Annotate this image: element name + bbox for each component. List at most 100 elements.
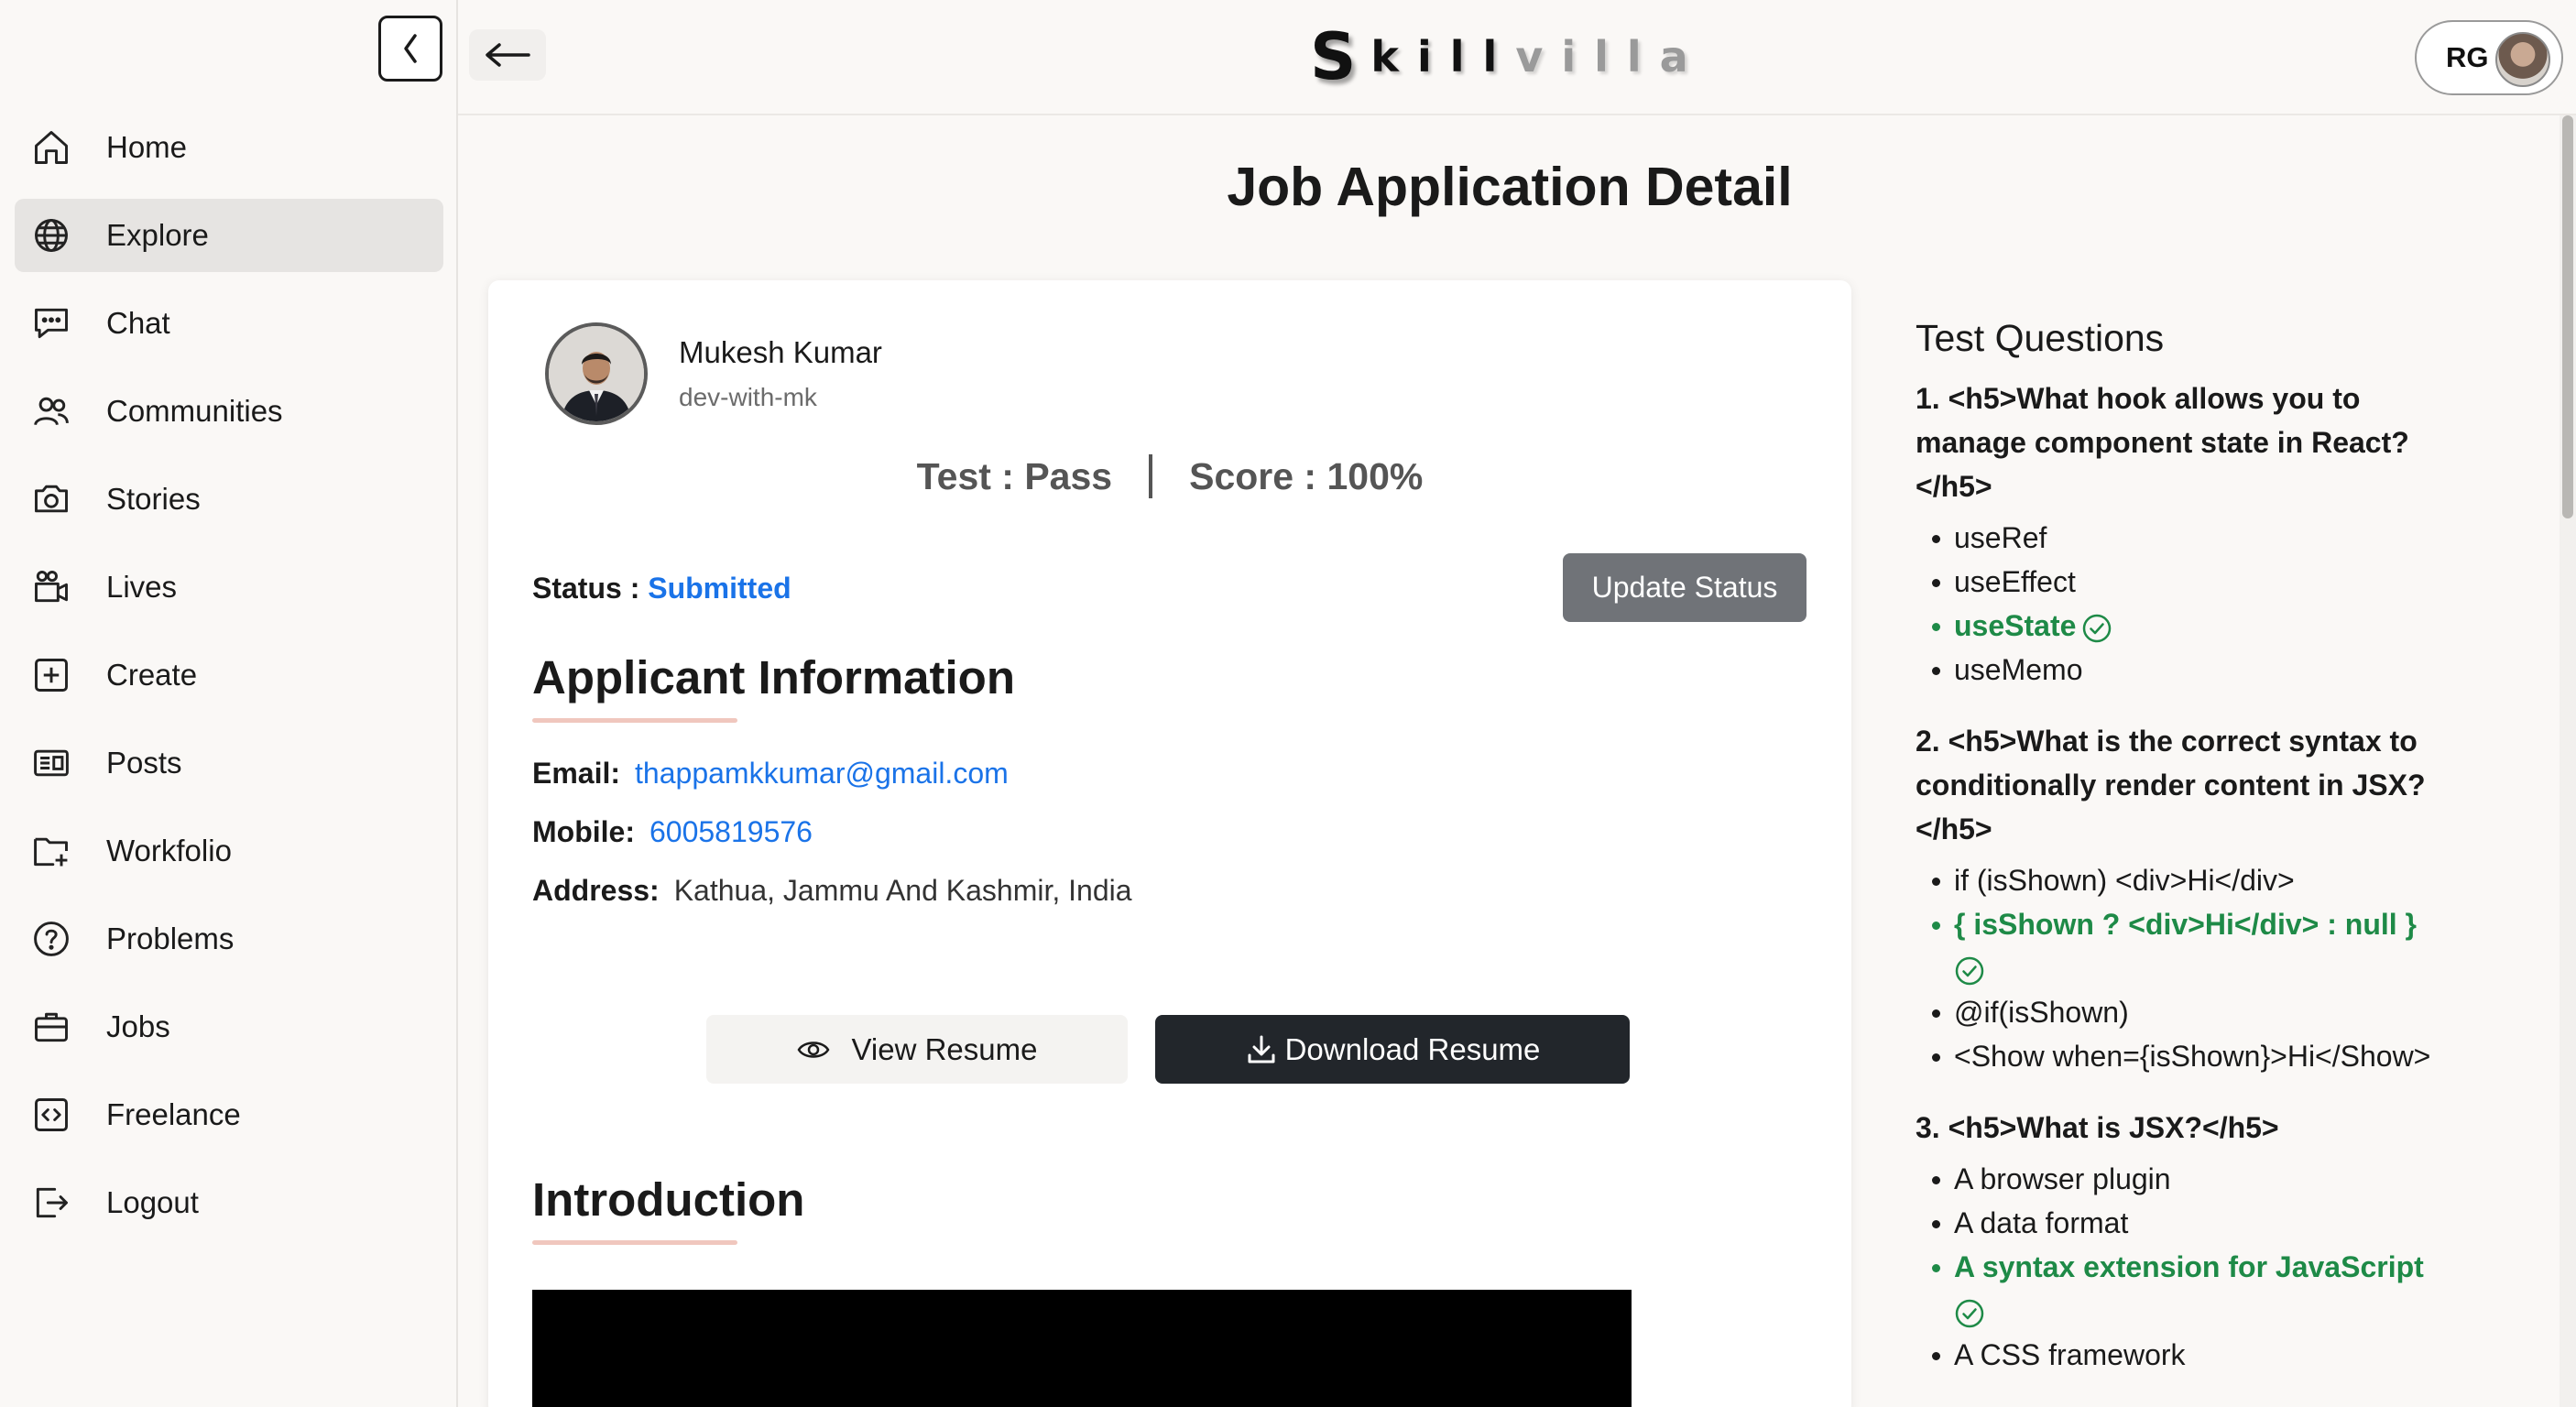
sidebar-item-posts[interactable]: Posts — [15, 726, 443, 800]
logo-text-dark: kill — [1370, 32, 1516, 82]
sidebar-item-label: Freelance — [106, 1097, 241, 1131]
correct-option-item: { isShown ? <div>Hi</div> : null } — [1932, 902, 2465, 990]
status-value: Submitted — [648, 572, 791, 605]
view-resume-label: View Resume — [851, 1031, 1038, 1066]
view-resume-button[interactable]: View Resume — [706, 1015, 1128, 1084]
sidebar: Home Explore Chat Communities Stories Li… — [0, 0, 458, 1407]
option-label: { isShown ? <div>Hi</div> : null } — [1954, 908, 2417, 941]
sidebar-item-workfolio[interactable]: Workfolio — [15, 814, 443, 888]
test-result-line: Test : Pass Score : 100% — [488, 454, 1851, 498]
avatar — [2495, 32, 2550, 87]
option-item: if (isShown) <div>Hi</div> — [1932, 858, 2465, 902]
sidebar-item-label: Home — [106, 130, 188, 164]
arrow-left-icon — [486, 43, 530, 67]
option-item: A browser plugin — [1932, 1157, 2465, 1201]
sidebar-item-chat[interactable]: Chat — [15, 287, 443, 360]
sidebar-item-label: Workfolio — [106, 834, 232, 867]
question-circle-icon — [27, 915, 75, 963]
page-title: Job Application Detail — [1227, 157, 1793, 217]
scrollbar-thumb[interactable] — [2562, 115, 2573, 518]
sidebar-item-label: Explore — [106, 218, 209, 252]
newspaper-icon — [27, 739, 75, 787]
applicant-handle: dev-with-mk — [679, 383, 817, 411]
sidebar-item-lives[interactable]: Lives — [15, 551, 443, 624]
application-card: Mukesh Kumar dev-with-mk Test : Pass Sco… — [488, 280, 1851, 1407]
page-scrollbar[interactable] — [2560, 115, 2576, 1407]
check-circle-icon — [1955, 1299, 1984, 1327]
chat-icon — [27, 300, 75, 347]
option-label: useState — [1954, 609, 2077, 642]
users-icon — [27, 387, 75, 435]
video-icon — [27, 563, 75, 611]
test-score: Score : 100% — [1189, 454, 1424, 497]
option-list: if (isShown) <div>Hi</div> { isShown ? <… — [1916, 858, 2465, 1078]
divider — [1149, 454, 1153, 498]
briefcase-icon — [27, 1003, 75, 1051]
correct-option-item: useState — [1932, 604, 2465, 648]
question-text: 2. <h5>What is the correct syntax to con… — [1916, 725, 2426, 845]
heading-underline — [532, 718, 737, 723]
question-text: 1. <h5>What hook allows you to manage co… — [1916, 382, 2409, 503]
test-result: Test : Pass — [916, 454, 1113, 497]
sidebar-item-jobs[interactable]: Jobs — [15, 990, 443, 1063]
sidebar-item-label: Problems — [106, 922, 235, 955]
address-row: Address: Kathua, Jammu And Kashmir, India — [532, 874, 1132, 908]
option-item: @if(isShown) — [1932, 990, 2465, 1034]
option-list: useRef useEffect useState useMemo — [1916, 516, 2465, 692]
sidebar-item-label: Communities — [106, 394, 283, 428]
chevron-left-icon — [404, 34, 417, 63]
code-square-icon — [27, 1091, 75, 1139]
option-item: A data format — [1932, 1201, 2465, 1245]
applicant-info-heading: Applicant Information — [532, 651, 1015, 704]
folder-plus-icon — [27, 827, 75, 875]
skillvilla-logo[interactable]: S kill villa — [1310, 19, 1707, 94]
download-resume-label: Download Resume — [1284, 1031, 1541, 1066]
profile-menu-button[interactable]: RG — [2415, 20, 2563, 95]
sidebar-item-freelance[interactable]: Freelance — [15, 1078, 443, 1151]
email-row: Email: thappamkkumar@gmail.com — [532, 757, 1009, 791]
logo-letter: S — [1310, 19, 1357, 94]
option-item: useEffect — [1932, 560, 2465, 604]
mobile-row: Mobile: 6005819576 — [532, 815, 813, 849]
sidebar-nav: Home Explore Chat Communities Stories Li… — [15, 111, 443, 1254]
address-value: Kathua, Jammu And Kashmir, India — [673, 874, 1132, 907]
option-item: useRef — [1932, 516, 2465, 560]
mobile-label: Mobile: — [532, 815, 635, 848]
home-icon — [27, 124, 75, 171]
sidebar-item-label: Stories — [106, 482, 201, 516]
back-button[interactable] — [469, 29, 546, 81]
email-label: Email: — [532, 757, 621, 790]
email-link[interactable]: thappamkkumar@gmail.com — [635, 757, 1009, 790]
download-resume-button[interactable]: Download Resume — [1155, 1015, 1630, 1084]
introduction-video[interactable] — [532, 1290, 1632, 1407]
sidebar-item-create[interactable]: Create — [15, 638, 443, 712]
heading-underline — [532, 1240, 737, 1245]
sidebar-item-problems[interactable]: Problems — [15, 902, 443, 976]
sidebar-item-logout[interactable]: Logout — [15, 1166, 443, 1239]
sidebar-item-home[interactable]: Home — [15, 111, 443, 184]
mobile-link[interactable]: 6005819576 — [649, 815, 813, 848]
eye-icon — [797, 1041, 829, 1058]
option-list: A browser plugin A data format A syntax … — [1916, 1157, 2465, 1377]
collapse-sidebar-button[interactable] — [378, 16, 442, 82]
download-icon — [1248, 1035, 1275, 1063]
check-circle-icon — [1955, 956, 1984, 985]
profile-initials: RG — [2446, 41, 2489, 73]
logo-text-light: villa — [1515, 32, 1707, 82]
sidebar-item-label: Chat — [106, 306, 170, 340]
sidebar-item-explore[interactable]: Explore — [15, 199, 443, 272]
option-label: A syntax extension for JavaScript — [1954, 1250, 2424, 1283]
test-questions-panel: Test Questions 1. <h5>What hook allows y… — [1916, 317, 2465, 1404]
sidebar-item-communities[interactable]: Communities — [15, 375, 443, 448]
status-label: Status : — [532, 572, 640, 605]
sidebar-item-label: Logout — [106, 1185, 199, 1219]
check-circle-icon — [2083, 614, 2112, 642]
sidebar-item-label: Posts — [106, 746, 182, 780]
sidebar-item-stories[interactable]: Stories — [15, 463, 443, 536]
update-status-button[interactable]: Update Status — [1563, 553, 1806, 622]
option-item: useMemo — [1932, 648, 2465, 692]
sidebar-item-label: Lives — [106, 570, 178, 604]
status-line: Status : Submitted — [532, 572, 791, 605]
logout-icon — [27, 1179, 75, 1227]
top-bar: S kill villa RG — [458, 0, 2576, 115]
